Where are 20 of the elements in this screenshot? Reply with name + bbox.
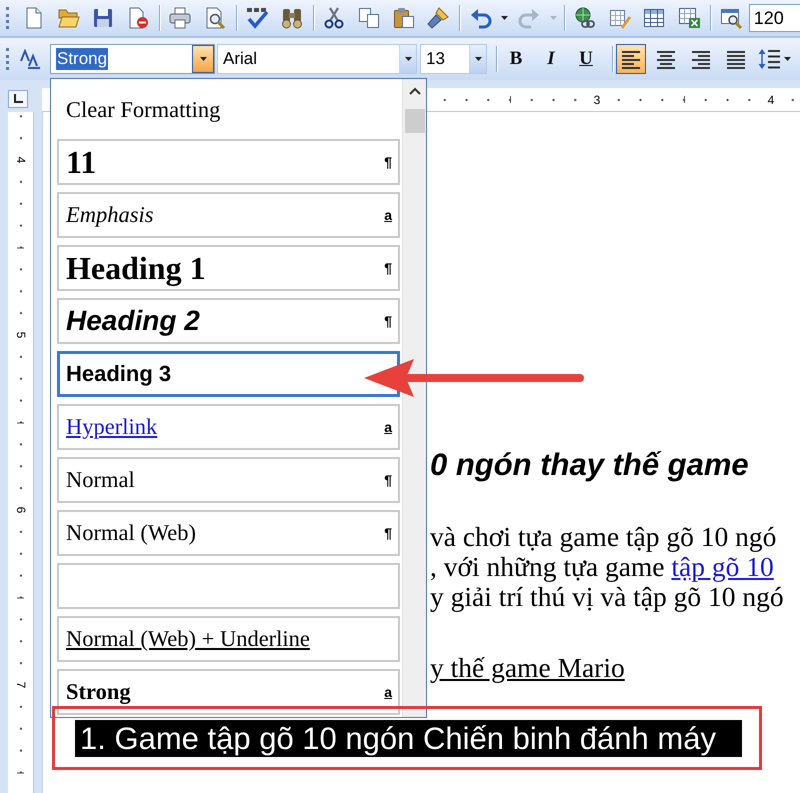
character-mark: a <box>384 685 392 699</box>
ruler-number: 5 <box>14 330 26 340</box>
paragraph-mark: ¶ <box>384 261 392 275</box>
ruler-number: 6 <box>14 504 26 516</box>
paragraph-mark: ¶ <box>384 526 392 540</box>
paragraph-mark: ¶ <box>384 473 392 487</box>
heading-text: 0 ngón thay thế game <box>430 447 749 483</box>
paragraph-line: y giải trí thú vị và tập gõ 10 ngó <box>430 582 784 612</box>
character-mark: a <box>384 208 392 222</box>
ruler-number: 4 <box>14 154 26 166</box>
style-value: Strong <box>56 48 108 70</box>
paragraph-mark: ¶ <box>384 314 392 328</box>
paragraph-mark: ¶ <box>384 155 392 169</box>
ruler-number: 7 <box>14 680 26 690</box>
ruler-number: 3 <box>592 94 602 106</box>
paragraph-line: và chơi tựa game tập gõ 10 ngó <box>430 522 776 552</box>
character-mark: a <box>384 420 392 434</box>
underlined-line: y thế game Mario <box>430 653 625 683</box>
ruler-number: 4 <box>766 94 776 106</box>
paragraph-line: , với những tựa game tập gõ 10 <box>430 552 774 582</box>
